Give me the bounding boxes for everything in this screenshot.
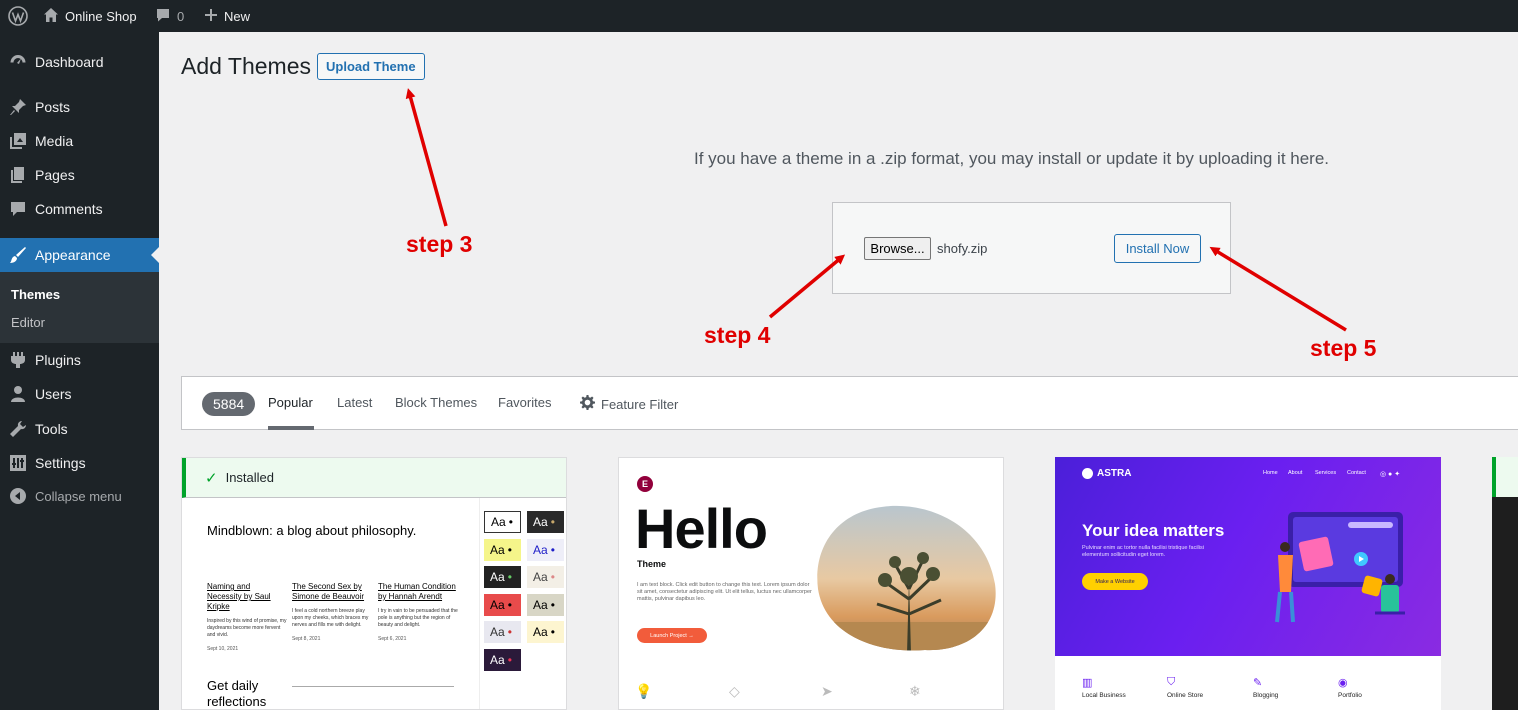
cactus-photo-image <box>817 505 996 651</box>
preview-post-title: Naming and Necessity by Saul Kripke <box>207 582 271 611</box>
checkmark-icon: ✓ <box>205 469 218 487</box>
instagram-icon: ◎ ● ✦ <box>1380 471 1401 478</box>
astra-feature: ▥ Local Business <box>1082 676 1152 699</box>
astra-feature: ✎ Blogging <box>1253 676 1323 699</box>
tab-popular[interactable]: Popular <box>268 395 313 410</box>
step-4-label: step 4 <box>704 322 771 348</box>
style-swatch: Aa • <box>527 566 564 588</box>
theme-card-installed[interactable]: ✓ Installed Mindblown: a blog about phil… <box>181 457 567 710</box>
theme-card-hello[interactable]: E Hello Theme I am text block. Click edi… <box>618 457 1004 710</box>
astra-logo-icon <box>1082 468 1093 479</box>
style-swatch: Aa • <box>527 594 564 616</box>
astra-illustration-image <box>1275 512 1405 623</box>
preview-post-date: Sept 10, 2021 <box>207 646 239 652</box>
step-3-label: step 3 <box>406 231 473 257</box>
tab-block-themes[interactable]: Block Themes <box>395 395 477 410</box>
preview-post-title: The Second Sex by Simone de Beauvoir <box>292 582 365 601</box>
preview-divider <box>292 686 454 687</box>
style-swatch: Aa • <box>484 539 521 561</box>
feature-filter-button[interactable]: Feature Filter <box>580 395 678 413</box>
preview-post-date: Sept 8, 2021 <box>292 636 321 642</box>
theme-filter-bar: 5884 Popular Latest Block Themes Favorit… <box>181 376 1518 430</box>
theme-preview-headline: Hello <box>635 497 768 560</box>
astra-brand-label: ASTRA <box>1097 468 1132 479</box>
astra-feature: ◉ Portfolio <box>1338 676 1408 699</box>
astra-description: Pulvinar enim ac tortor nulla facilisi t… <box>1082 545 1204 558</box>
preview-post-body: Inspired by this wind of promise, my day… <box>207 618 287 638</box>
style-swatch: Aa • <box>527 511 564 533</box>
style-swatch: Aa • <box>527 621 564 643</box>
preview-post-body: I feel a cold northern breeze play upon … <box>292 608 369 628</box>
installed-notice-partial <box>1492 457 1518 497</box>
astra-hero: ASTRA Home About Services Contact ◎ ● ✦ … <box>1055 457 1441 656</box>
style-swatch: Aa • <box>527 539 564 561</box>
style-swatch: Aa • <box>484 621 521 643</box>
step-5-arrow <box>1209 246 1347 332</box>
style-swatch: Aa • <box>484 566 521 588</box>
building-icon: ▥ <box>1082 677 1093 689</box>
theme-preview-description: I am text block. Click edit button to ch… <box>637 582 812 602</box>
preview-post: The Human Condition by Hannah Arendt I t… <box>378 582 458 644</box>
theme-preview-headline: Mindblown: a blog about philosophy. <box>207 523 417 538</box>
check-circle-icon: ◉ <box>1338 677 1348 689</box>
style-variations-panel: Aa • Aa • Aa • Aa • Aa • Aa • Aa • Aa • Aa • Aa • … <box>479 498 566 709</box>
theme-count-badge: 5884 <box>202 392 256 416</box>
tab-latest[interactable]: Latest <box>337 395 372 410</box>
shopping-bag-icon: ⛉ <box>1167 676 1176 688</box>
preview-post-title: The Human Condition by Hannah Arendt <box>378 582 456 601</box>
style-swatch: Aa • <box>484 511 521 533</box>
astra-logo: ASTRA <box>1082 468 1131 479</box>
theme-card-partial[interactable] <box>1492 457 1518 710</box>
snowflake-icon: ❄ <box>909 683 921 699</box>
active-tab-indicator <box>268 426 314 430</box>
gear-icon <box>580 395 595 413</box>
astra-feature: ⛉ Online Store <box>1167 676 1237 699</box>
step-4-arrow <box>768 254 846 319</box>
preview-daily-heading: Get daily reflections <box>207 678 267 709</box>
theme-card-astra[interactable]: ASTRA Home About Services Contact ◎ ● ✦ … <box>1055 457 1441 710</box>
style-swatch: Aa • <box>484 594 521 616</box>
preview-post: Naming and Necessity by Saul Kripke Insp… <box>207 582 287 654</box>
feature-filter-label: Feature Filter <box>601 396 679 412</box>
preview-post-date: Sept 6, 2021 <box>378 636 407 642</box>
paper-plane-icon: ➤ <box>821 683 833 699</box>
theme-preview-cta: Launch Project → <box>637 628 707 643</box>
elementor-logo-icon: E <box>637 476 653 492</box>
diamond-icon: ◇ <box>729 683 740 699</box>
edit-icon: ✎ <box>1253 677 1263 689</box>
installed-notice: ✓ Installed <box>182 458 566 498</box>
theme-preview-subtitle: Theme <box>637 559 667 569</box>
style-swatch: Aa • <box>484 649 521 671</box>
lightbulb-icon: 💡 <box>635 683 653 699</box>
installed-label: Installed <box>225 470 274 485</box>
astra-cta: Make a Website <box>1082 573 1148 590</box>
astra-title: Your idea matters <box>1082 521 1225 540</box>
astra-nav-item: Home <box>1263 470 1278 476</box>
step-3-arrow <box>405 88 448 227</box>
preview-post: The Second Sex by Simone de Beauvoir I f… <box>292 582 372 644</box>
astra-nav-item: Services <box>1315 470 1337 476</box>
step-5-label: step 5 <box>1310 335 1377 361</box>
astra-nav-item: About <box>1288 470 1303 476</box>
astra-nav-item: Contact <box>1347 470 1366 476</box>
tab-favorites[interactable]: Favorites <box>498 395 551 410</box>
preview-post-body: I try in vain to be persuaded that the p… <box>378 608 458 628</box>
